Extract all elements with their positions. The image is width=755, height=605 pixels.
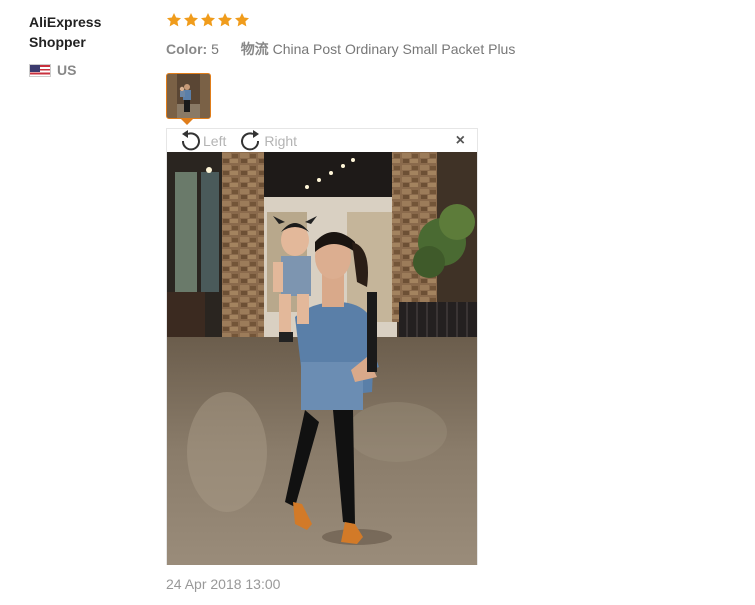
shipping-label: 物流 <box>240 41 269 57</box>
star-icon <box>218 13 232 27</box>
purchase-attributes: Color: 5 物流 China Post Ordinary Small Pa… <box>166 40 746 58</box>
close-icon[interactable]: × <box>456 133 465 149</box>
viewer-toolbar: Left Right × <box>167 129 477 152</box>
review-content: Color: 5 物流 China Post Ordinary Small Pa… <box>166 12 746 58</box>
thumbnail-pointer <box>181 119 193 125</box>
star-rating <box>166 12 746 30</box>
us-flag-icon <box>29 63 51 77</box>
rotate-right-icon <box>241 129 260 150</box>
reviewer-info: AliExpress Shopper US <box>29 12 149 78</box>
review-photo <box>167 152 477 565</box>
country-code: US <box>57 62 77 78</box>
reviewer-name: AliExpress Shopper <box>29 12 149 52</box>
reviewer-name-line1: AliExpress <box>29 14 102 30</box>
rotate-right-label: Right <box>264 132 298 149</box>
reviewer-country: US <box>29 62 149 78</box>
shipping-value: China Post Ordinary Small Packet Plus <box>272 41 516 57</box>
color-label: Color: <box>166 41 208 57</box>
review-date: 24 Apr 2018 13:00 <box>166 576 281 592</box>
color-value: 5 <box>211 41 219 57</box>
star-icon <box>184 13 198 27</box>
rotate-left-button[interactable]: Left <box>177 129 227 152</box>
photo-viewer: Left Right × <box>166 128 478 565</box>
rotate-left-label: Left <box>203 132 227 149</box>
star-icon <box>201 13 215 27</box>
star-icon <box>167 13 181 27</box>
rotate-left-icon <box>181 129 200 150</box>
reviewer-name-line2: Shopper <box>29 34 86 50</box>
rotate-right-button[interactable]: Right <box>238 129 298 152</box>
review-photo-thumbnail[interactable] <box>166 73 211 119</box>
star-icon <box>235 13 249 27</box>
